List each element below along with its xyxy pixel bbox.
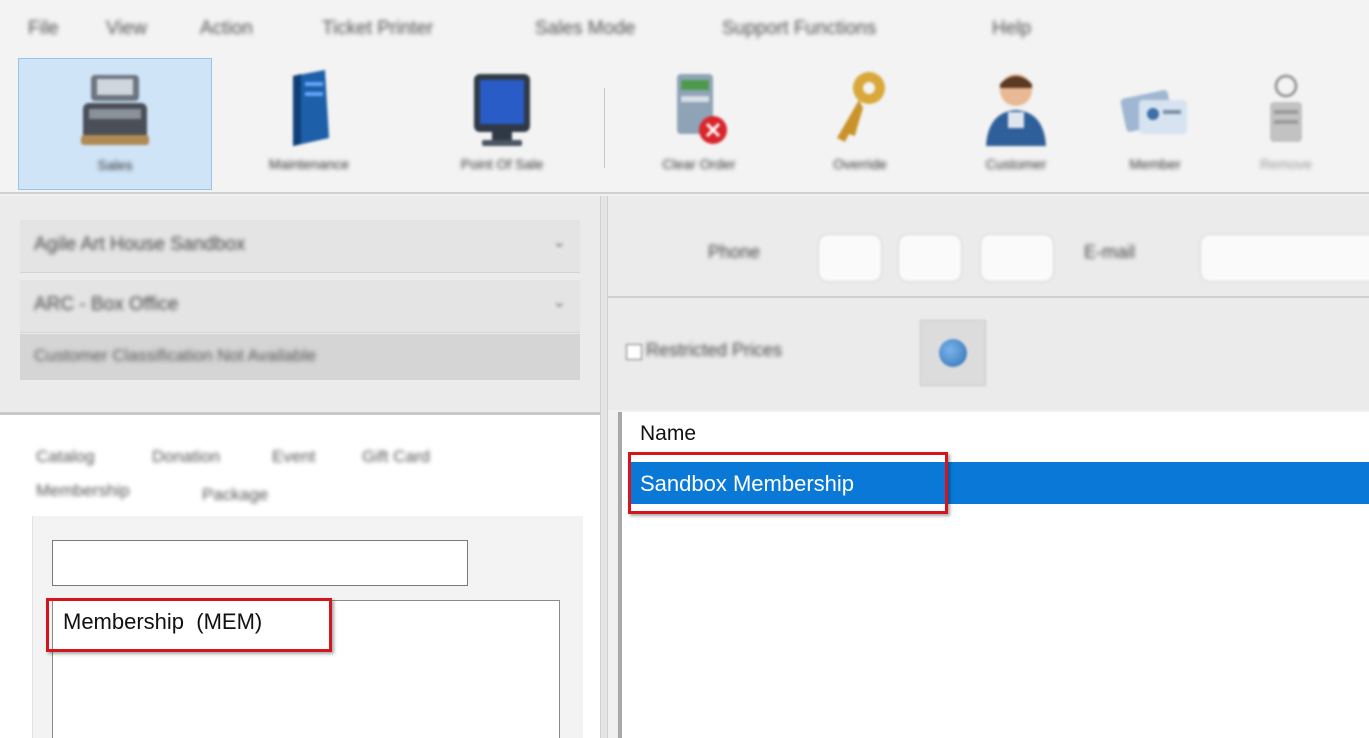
customer-icon bbox=[978, 68, 1054, 155]
tab-catalog[interactable]: Catalog bbox=[36, 447, 95, 467]
chevron-down-icon: ⌄ bbox=[552, 234, 566, 251]
clear-order-button-label: Clear Order bbox=[662, 156, 736, 172]
location-combo-value: ARC - Box Office bbox=[34, 294, 179, 315]
menu-help[interactable]: Help bbox=[992, 18, 1031, 40]
customer-button-label: Customer bbox=[985, 156, 1047, 172]
register-icon bbox=[77, 69, 153, 154]
point-of-sale-button-label: Point Of Sale bbox=[460, 156, 544, 172]
clear-order-icon bbox=[663, 68, 735, 155]
email-input[interactable] bbox=[1200, 234, 1369, 282]
highlight-box bbox=[46, 598, 332, 652]
restricted-prices-checkbox[interactable] bbox=[626, 344, 642, 360]
venue-combo-value: Agile Art House Sandbox bbox=[34, 234, 246, 255]
info-button[interactable] bbox=[920, 320, 986, 386]
menu-bar: File View Action Ticket Printer Sales Mo… bbox=[0, 0, 1369, 58]
phone-prefix-input[interactable] bbox=[898, 234, 962, 282]
menu-action[interactable]: Action bbox=[200, 18, 253, 40]
phone-area-input[interactable] bbox=[818, 234, 882, 282]
venue-combo[interactable]: Agile Art House Sandbox ⌄ bbox=[20, 220, 580, 273]
clear-order-button[interactable]: Clear Order bbox=[614, 58, 784, 188]
venue-panel: Agile Art House Sandbox ⌄ ARC - Box Offi… bbox=[0, 196, 600, 415]
menu-file[interactable]: File bbox=[28, 18, 59, 40]
phone-label: Phone bbox=[708, 242, 761, 262]
member-button[interactable]: Member bbox=[1090, 58, 1220, 188]
toolbar: Sales Maintenance Point Of Sale Clear Or… bbox=[0, 58, 1369, 194]
panel-splitter[interactable] bbox=[600, 196, 608, 738]
menu-view[interactable]: View bbox=[106, 18, 147, 40]
monitor-icon bbox=[464, 68, 540, 155]
member-card-icon bbox=[1117, 68, 1193, 155]
menu-support-functions[interactable]: Support Functions bbox=[722, 18, 876, 40]
highlight-box bbox=[628, 452, 948, 514]
sales-button-label: Sales bbox=[97, 157, 133, 173]
restricted-row: Restricted Prices bbox=[606, 306, 1369, 396]
chevron-down-icon: ⌄ bbox=[552, 294, 566, 311]
classification-text: Customer Classification Not Available bbox=[34, 346, 317, 365]
override-button[interactable]: Override bbox=[790, 58, 930, 188]
toolbar-separator bbox=[604, 88, 605, 168]
column-header-name[interactable]: Name bbox=[640, 422, 696, 446]
restricted-prices-label: Restricted Prices bbox=[646, 340, 783, 360]
remove-button[interactable]: Remove bbox=[1226, 58, 1346, 188]
maintenance-button[interactable]: Maintenance bbox=[214, 58, 404, 188]
tab-gift-card[interactable]: Gift Card bbox=[362, 447, 430, 467]
tab-event[interactable]: Event bbox=[272, 447, 315, 467]
override-button-label: Override bbox=[833, 156, 887, 172]
server-icon bbox=[279, 68, 339, 155]
tab-package[interactable]: Package bbox=[202, 485, 268, 505]
catalog-search-input[interactable] bbox=[52, 540, 468, 586]
tab-membership[interactable]: Membership bbox=[36, 481, 130, 501]
customer-button[interactable]: Customer bbox=[946, 58, 1086, 188]
member-button-label: Member bbox=[1129, 156, 1181, 172]
remove-icon bbox=[1256, 68, 1316, 155]
menu-ticket-printer[interactable]: Ticket Printer bbox=[322, 18, 433, 40]
maintenance-button-label: Maintenance bbox=[268, 156, 350, 172]
customer-lookup-panel: Phone E-mail Restricted Prices bbox=[606, 196, 1369, 410]
email-label: E-mail bbox=[1084, 242, 1136, 262]
phone-line-input[interactable] bbox=[980, 234, 1054, 282]
sales-button[interactable]: Sales bbox=[18, 58, 212, 190]
tab-donation[interactable]: Donation bbox=[152, 447, 220, 467]
point-of-sale-button[interactable]: Point Of Sale bbox=[404, 58, 600, 188]
menu-sales-mode[interactable]: Sales Mode bbox=[535, 18, 635, 40]
key-icon bbox=[827, 68, 893, 155]
contact-row: Phone E-mail bbox=[606, 204, 1369, 298]
location-combo[interactable]: ARC - Box Office ⌄ bbox=[20, 280, 580, 333]
globe-icon bbox=[939, 339, 967, 367]
customer-classification-label: Customer Classification Not Available bbox=[20, 334, 580, 380]
remove-button-label: Remove bbox=[1259, 156, 1313, 172]
